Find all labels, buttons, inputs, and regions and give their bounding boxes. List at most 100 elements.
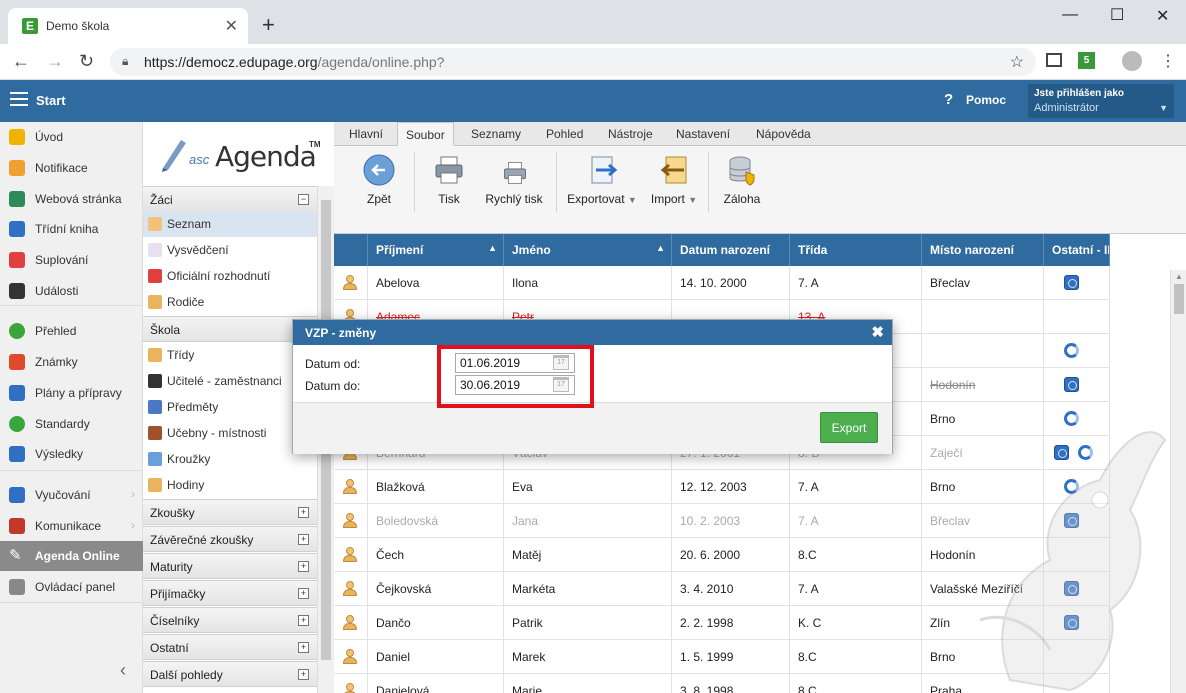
sidebar-item-standardy[interactable]: Standardy <box>0 409 143 439</box>
tree-item-skola-2[interactable]: Učitelé - zaměstnanci <box>143 368 317 394</box>
tab-seznamy[interactable]: Seznamy <box>463 122 529 146</box>
tree-item-skola-6[interactable]: Hodiny <box>143 472 317 498</box>
tree-item-zaci-2[interactable]: Vysvědčení <box>143 237 317 263</box>
tree-section-7[interactable]: Číselníky + <box>143 607 317 633</box>
bookmark-star-icon[interactable]: ☆ <box>1010 52 1024 72</box>
column-header-5[interactable]: Místo narození <box>922 234 1044 266</box>
tree-item-zaci-3[interactable]: Oficiální rozhodnutí <box>143 263 317 289</box>
tree-item-skola-5[interactable]: Kroužky <box>143 446 317 472</box>
dialog-footer <box>293 402 892 454</box>
sidebar-item-události[interactable]: Události <box>0 276 143 306</box>
browser-menu-icon[interactable]: ⋮ <box>1160 51 1176 71</box>
omnibox[interactable]: 🔒︎ https://democz.edupage.org/agenda/onl… <box>110 48 1036 76</box>
tab-nápověda[interactable]: Nápověda <box>748 122 819 146</box>
backup-button[interactable]: Záloha <box>720 154 764 210</box>
document-icon[interactable] <box>1064 275 1079 290</box>
back-button[interactable]: Zpět <box>358 154 400 210</box>
profile-avatar[interactable] <box>1122 51 1142 71</box>
expand-icon[interactable]: + <box>298 588 309 599</box>
sidebar-item-známky[interactable]: Známky <box>0 347 143 377</box>
tab-hlavní[interactable]: Hlavní <box>341 122 391 146</box>
back-arrow-icon[interactable]: ← <box>12 51 30 72</box>
collapse-icon[interactable]: − <box>298 194 309 205</box>
export-submit-button[interactable]: Export <box>820 412 878 443</box>
expand-icon[interactable]: + <box>298 507 309 518</box>
sidebar-item-úvod[interactable]: Úvod <box>0 122 143 152</box>
window-close-icon[interactable]: ✕ <box>1156 6 1169 26</box>
import-button[interactable]: Import ▼ <box>648 154 700 210</box>
browser-tab[interactable]: E Demo škola ✕ <box>8 8 248 44</box>
cell-prijmeni: Danielová <box>368 674 504 693</box>
sidebar-item-suplování[interactable]: Suplování <box>0 245 143 275</box>
tab-close-icon[interactable]: ✕ <box>225 16 238 36</box>
tree-section-5[interactable]: Maturity + <box>143 553 317 579</box>
column-header-2[interactable]: Jméno ▲ <box>504 234 672 266</box>
tree-section-2[interactable]: Škola− <box>143 316 317 342</box>
expand-icon[interactable]: + <box>298 615 309 626</box>
minimize-icon[interactable]: — <box>1062 6 1078 24</box>
tab-soubor[interactable]: Soubor <box>397 122 454 146</box>
help-icon[interactable]: ? <box>944 91 953 108</box>
forward-arrow-icon[interactable]: → <box>46 51 64 72</box>
sidebar-item-webová-stránka[interactable]: Webová stránka <box>0 184 143 214</box>
extension-icon[interactable]: 5 <box>1078 52 1095 69</box>
sidebar-item-plány-a-přípravy[interactable]: Plány a přípravy <box>0 378 143 408</box>
column-header-6[interactable]: Ostatní - II <box>1044 234 1110 266</box>
column-header-3[interactable]: Datum narození <box>672 234 790 266</box>
help-button[interactable]: Pomoc <box>966 93 1006 107</box>
tab-nastavení[interactable]: Nastavení <box>668 122 738 146</box>
sidebar-item-výsledky[interactable]: Výsledky <box>0 439 143 469</box>
tree-item-zaci-4[interactable]: Rodiče <box>143 289 317 315</box>
grid-scrollbar[interactable]: ▲ <box>1170 270 1186 693</box>
lock-icon: 🔒︎ <box>122 54 129 68</box>
tree-section-4[interactable]: Závěrečné zkoušky + <box>143 526 317 552</box>
maximize-icon[interactable]: ☐ <box>1110 5 1124 25</box>
tree-item-zaci-1[interactable]: Seznam <box>143 211 317 237</box>
expand-icon[interactable]: + <box>298 669 309 680</box>
column-header-1[interactable]: Příjmení ▲ <box>368 234 504 266</box>
export-button[interactable]: Exportovat ▼ <box>566 154 638 210</box>
hamburger-icon[interactable] <box>10 92 28 106</box>
tree-section-9[interactable]: Další pohledy + <box>143 661 317 687</box>
cell-datum: 1. 5. 1999 <box>672 640 790 674</box>
expand-icon[interactable]: + <box>298 534 309 545</box>
tree-section-1[interactable]: Žáci − <box>143 186 317 212</box>
browser-tab-bar: E Demo škola ✕ + — ☐ ✕ <box>0 0 1186 44</box>
new-tab-icon[interactable]: + <box>262 12 275 38</box>
printer-icon <box>435 156 463 184</box>
sidebar-item-přehled[interactable]: Přehled <box>0 316 143 346</box>
tab-pohled[interactable]: Pohled <box>538 122 591 146</box>
tab-nástroje[interactable]: Nástroje <box>600 122 661 146</box>
tree-item-skola-1[interactable]: Třídy <box>143 342 317 368</box>
sort-asc-icon[interactable]: ▲ <box>488 243 497 253</box>
tree-section-3[interactable]: Zkoušky + <box>143 499 317 525</box>
logo-name: Agenda <box>215 140 317 173</box>
tree-section-6[interactable]: Přijímačky + <box>143 580 317 606</box>
cast-icon[interactable] <box>1046 53 1062 67</box>
open-book-icon <box>9 487 25 503</box>
sync-icon[interactable] <box>1064 343 1079 358</box>
row-icon-cell <box>334 504 368 538</box>
sidebar-item-notifikace[interactable]: Notifikace <box>0 153 143 183</box>
sidebar-item-třídní-kniha[interactable]: Třídní kniha <box>0 214 143 244</box>
sort-asc-icon[interactable]: ▲ <box>656 243 665 253</box>
print-button[interactable]: Tisk <box>430 154 468 210</box>
start-button[interactable]: Start <box>36 93 66 108</box>
sidebar-item-agenda-online[interactable]: ✎ Agenda Online <box>0 541 143 571</box>
sidebar-item-ovládací-panel[interactable]: Ovládací panel <box>0 572 143 602</box>
tree-section-8[interactable]: Ostatní + <box>143 634 317 660</box>
dialog-close-icon[interactable]: ✖ <box>871 323 884 341</box>
collapse-sidebar-icon[interactable]: ‹ <box>120 660 126 681</box>
expand-icon[interactable]: + <box>298 561 309 572</box>
expand-icon[interactable]: + <box>298 642 309 653</box>
login-dropdown[interactable]: Jste přihlášen jako Administrátor ▼ <box>1028 84 1174 118</box>
tree-item-skola-4[interactable]: Učebny - místnosti <box>143 420 317 446</box>
quick-print-button[interactable]: Rychlý tisk <box>482 154 546 210</box>
sidebar-item-komunikace[interactable]: Komunikace › <box>0 511 143 541</box>
column-header-4[interactable]: Třída <box>790 234 922 266</box>
asc-agenda-logo: asc Agenda TM <box>155 132 325 176</box>
reload-icon[interactable]: ↻ <box>79 51 94 72</box>
tree-item-skola-3[interactable]: Předměty <box>143 394 317 420</box>
sidebar-item-vyučování[interactable]: Vyučování › <box>0 480 143 510</box>
table-row[interactable]: Abelova Ilona 14. 10. 2000 7. A Břeclav <box>334 266 1110 300</box>
